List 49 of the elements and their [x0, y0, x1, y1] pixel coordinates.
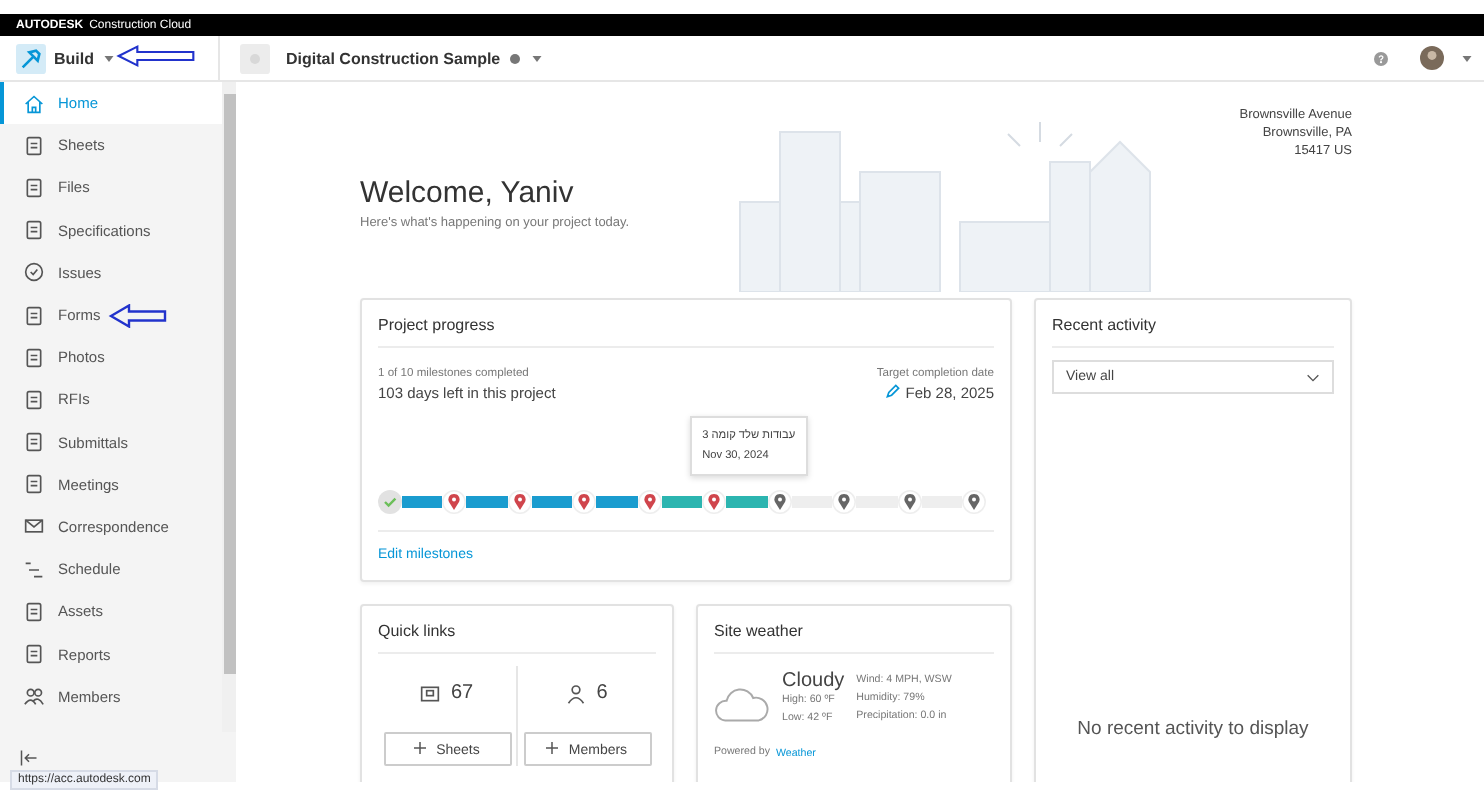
card-title: Quick links	[378, 606, 656, 654]
help-icon[interactable]	[1374, 51, 1388, 65]
location-pin-icon[interactable]	[961, 490, 986, 514]
check-circle-icon	[24, 262, 44, 283]
plus-icon	[414, 741, 427, 753]
house-icon	[24, 93, 44, 114]
pointer-arrow-icon	[116, 44, 196, 68]
caret-icon	[531, 55, 542, 62]
chevron-down-icon	[1306, 373, 1320, 381]
lines-icon	[24, 559, 44, 580]
progress-segment	[596, 496, 638, 508]
welcome-title: Welcome, Yaniv	[360, 176, 576, 210]
location-pin-icon[interactable]	[507, 490, 532, 514]
card-title: Site weather	[714, 606, 994, 654]
person-icon	[566, 683, 587, 703]
caret-icon[interactable]	[1462, 55, 1472, 61]
envelope-icon	[24, 516, 44, 537]
check-icon[interactable]	[378, 490, 402, 514]
collapse-icon[interactable]	[20, 750, 38, 766]
location-pin-icon[interactable]	[702, 490, 727, 514]
card-title: Project progress	[378, 300, 994, 348]
progress-segment	[531, 496, 573, 508]
scrollbar[interactable]	[222, 82, 236, 732]
pencil-icon[interactable]	[885, 384, 900, 398]
plus-icon	[546, 741, 559, 753]
avatar-icon[interactable]	[1420, 46, 1444, 70]
location-pin-icon[interactable]	[637, 490, 662, 514]
link-count: 67	[450, 682, 474, 704]
project-selector[interactable]: Digital Construction Sample	[286, 49, 542, 67]
pointer-arrow-icon	[104, 304, 172, 328]
progress-segment	[466, 496, 508, 508]
cloud-icon	[714, 684, 770, 726]
location-pin-icon[interactable]	[572, 490, 597, 514]
location-pin-icon[interactable]	[767, 490, 792, 514]
location-pin-icon[interactable]	[897, 490, 921, 514]
location-pin-icon[interactable]	[832, 490, 857, 514]
caret-icon	[104, 55, 115, 62]
card-title: Recent activity	[1052, 300, 1334, 348]
progress-segment	[402, 496, 443, 508]
empty-message: No recent activity to display	[1075, 718, 1311, 742]
hammer-icon[interactable]	[16, 43, 46, 73]
link-count: 6	[596, 682, 608, 704]
module-menu[interactable]: Build	[54, 49, 115, 67]
weather-condition: Cloudy	[782, 670, 845, 692]
project-thumbnail-icon	[240, 43, 270, 73]
location-pin-icon[interactable]	[442, 490, 467, 514]
people-icon	[24, 686, 44, 707]
progress-segment	[661, 496, 703, 508]
progress-segment	[726, 496, 768, 508]
